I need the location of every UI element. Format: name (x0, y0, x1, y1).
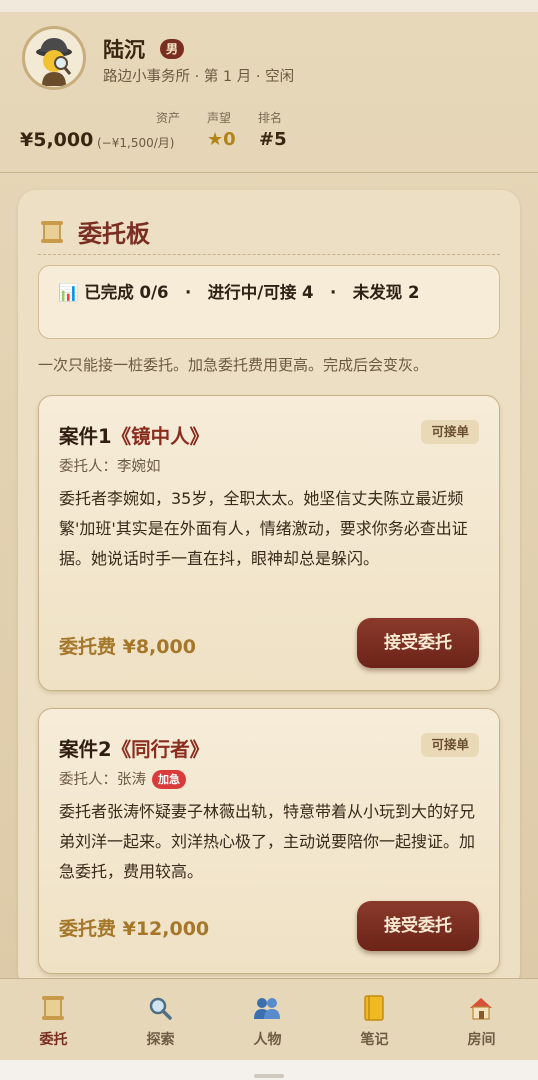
nav-item-room[interactable]: 房间 (428, 979, 535, 1061)
case-number: 案件2 (59, 738, 112, 761)
rank-label: 排名 (258, 111, 283, 125)
money-value: ¥5,000 (20, 129, 94, 151)
board-hint: 一次只能接一桩委托。加急委托费用更高。完成后会变灰。 (38, 356, 429, 374)
profile-header: 陆沉 男 路边小事务所 · 第 1 月 · 空闲 资产 声望 排名 ¥5,000… (0, 12, 538, 172)
case-name: 《同行者》 (111, 738, 210, 761)
detective-avatar-icon (36, 38, 72, 86)
case-card[interactable]: 案件2《同行者》 可接单 委托人：张涛 加急 委托者张涛怀疑妻子林薇出轨，特意带着… (38, 708, 500, 974)
urgent-badge: 加急 (152, 770, 186, 789)
nav-label: 房间 (467, 1032, 496, 1048)
assets-label: 资产 (156, 111, 181, 125)
nav-item-characters[interactable]: 人物 (214, 979, 321, 1061)
status-strip (0, 0, 538, 12)
rank-value: #5 (259, 129, 287, 150)
case-description: 委托者张涛怀疑妻子林薇出轨，特意带着从小玩到大的好兄弟刘洋一起来。刘洋热心极了，… (59, 802, 476, 881)
client-label: 委托人：张涛 (59, 772, 146, 788)
client-label: 委托人：李婉如 (59, 459, 161, 475)
people-icon (252, 993, 282, 1023)
scroll-icon (38, 993, 68, 1023)
bottom-nav: 委托 探索 人物 笔记 房间 (0, 978, 538, 1060)
app-screen: 陆沉 男 路边小事务所 · 第 1 月 · 空闲 资产 声望 排名 ¥5,000… (0, 0, 538, 1080)
accept-case-button[interactable]: 接受委托 (357, 618, 479, 668)
monthly-cost: (−¥1,500/月) (97, 136, 175, 150)
title-divider (38, 254, 500, 255)
case-fee: 委托费 ¥12,000 (59, 918, 210, 940)
nav-label: 探索 (146, 1032, 175, 1048)
reputation-value: ★0 (207, 129, 236, 150)
case-number: 案件1 (59, 425, 112, 448)
case-name: 《镜中人》 (111, 425, 210, 448)
case-fee: 委托费 ¥8,000 (59, 636, 196, 658)
gender-badge: 男 (160, 39, 185, 59)
player-name: 陆沉 (103, 38, 145, 62)
nav-item-notes[interactable]: 笔记 (321, 979, 428, 1061)
nav-label: 委托 (39, 1032, 68, 1048)
nav-label: 人物 (253, 1032, 282, 1048)
nav-label: 笔记 (360, 1032, 389, 1048)
board-title: 委托板 (78, 220, 150, 248)
case-title: 案件1《镜中人》 (59, 420, 209, 449)
house-icon (466, 993, 496, 1023)
header-divider (0, 172, 538, 173)
nav-item-commissions[interactable]: 委托 (0, 979, 107, 1061)
nav-item-explore[interactable]: 探索 (107, 979, 214, 1061)
case-client: 委托人：李婉如 (59, 455, 161, 476)
status-badge: 可接单 (421, 733, 479, 757)
case-client: 委托人：张涛 加急 (59, 768, 186, 789)
player-status-line: 路边小事务所 · 第 1 月 · 空闲 (103, 69, 295, 85)
case-card[interactable]: 案件1《镜中人》 可接单 委托人：李婉如 委托者李婉如，35岁，全职太太。她坚信… (38, 395, 500, 691)
case-description: 委托者李婉如，35岁，全职太太。她坚信丈夫陈立最近频繁'加班'其实是在外面有人，… (59, 489, 468, 568)
case-title: 案件2《同行者》 (59, 733, 209, 762)
magnifier-icon (145, 993, 175, 1023)
notebook-icon (359, 993, 389, 1023)
scroll-icon (41, 221, 63, 243)
avatar[interactable] (22, 26, 86, 90)
reputation-label: 声望 (207, 111, 232, 125)
accept-case-button[interactable]: 接受委托 (357, 901, 479, 951)
home-indicator[interactable] (254, 1074, 284, 1078)
status-badge: 可接单 (421, 420, 479, 444)
progress-summary: 📊 已完成 0/6 · 进行中/可接 4 · 未发现 2 (58, 283, 420, 302)
